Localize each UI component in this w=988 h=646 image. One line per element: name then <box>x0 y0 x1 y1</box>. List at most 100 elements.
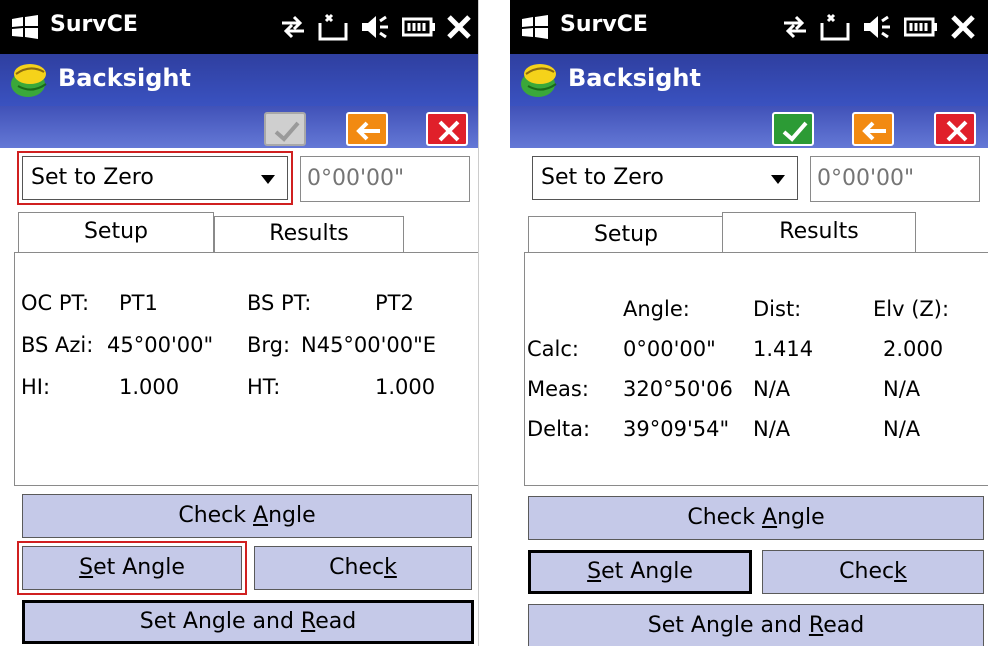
sync-arrows-icon[interactable] <box>780 13 810 41</box>
app-name: SurvCE <box>50 12 138 37</box>
col-header-elv: Elv (Z): <box>873 297 950 321</box>
bs-azi-value: 45°00'00" <box>107 333 214 357</box>
tab-setup[interactable]: Setup <box>528 216 724 254</box>
back-arrow-icon <box>356 121 380 141</box>
meas-angle: 320°50'06 <box>623 377 733 401</box>
cancel-button[interactable] <box>934 112 976 146</box>
windows-logo-icon[interactable] <box>10 13 40 41</box>
x-icon <box>438 120 460 142</box>
dropdown-value: Set to Zero <box>541 165 664 190</box>
set-read-label-post: ead <box>315 609 357 634</box>
no-signal-icon[interactable] <box>820 13 852 41</box>
close-icon[interactable] <box>446 13 472 41</box>
results-panel: Angle: Dist: Elv (Z): Calc: 0°00'00" 1.4… <box>524 252 988 486</box>
row-label-delta: Delta: <box>527 417 591 441</box>
check-angle-label-post: ngle <box>268 503 316 528</box>
oc-pt-label: OC PT: <box>21 291 90 315</box>
angle-input[interactable] <box>817 166 977 191</box>
hi-value: 1.000 <box>119 375 180 399</box>
app-name: SurvCE <box>560 12 648 37</box>
row-label-calc: Calc: <box>527 337 579 361</box>
no-signal-icon[interactable] <box>318 13 350 41</box>
battery-icon[interactable] <box>402 13 436 41</box>
checkmark-icon <box>782 121 808 142</box>
page-title: Backsight <box>568 64 701 92</box>
content-area: Set to Zero Setup Results Angle: Dist: E… <box>510 148 988 646</box>
tab-setup[interactable]: Setup <box>18 212 214 252</box>
bs-pt-value: PT2 <box>375 291 414 315</box>
status-bar: SurvCE <box>0 0 478 54</box>
accept-button[interactable] <box>772 112 814 146</box>
chevron-down-icon <box>261 175 275 184</box>
volume-icon[interactable] <box>360 13 390 41</box>
mode-dropdown[interactable]: Set to Zero <box>17 151 293 205</box>
check-label-accel: k <box>894 559 907 584</box>
angle-field[interactable] <box>300 156 470 202</box>
check-button[interactable]: Check <box>254 546 472 590</box>
check-label-accel: k <box>384 555 397 580</box>
right-screen: SurvCE Backsight Set to Zero 0°00'00" Se… <box>510 0 988 646</box>
brg-value: N45°00'00"E <box>301 333 437 357</box>
tab-results[interactable]: Results <box>722 212 916 252</box>
title-bar: Backsight <box>0 54 478 106</box>
set-read-label-post: ead <box>823 613 865 638</box>
brg-label: Brg: <box>247 333 291 357</box>
action-bar <box>510 106 988 148</box>
angle-field[interactable] <box>810 156 980 202</box>
chevron-down-icon <box>771 175 785 184</box>
back-button[interactable] <box>346 112 388 146</box>
check-angle-button[interactable]: Check Angle <box>528 496 984 540</box>
calc-dist: 1.414 <box>753 337 814 361</box>
mode-dropdown[interactable]: Set to Zero <box>532 156 798 200</box>
set-angle-button[interactable]: Set Angle <box>17 541 247 595</box>
content-area: Set to Zero Setup Results OC PT: PT1 BS … <box>0 148 478 646</box>
left-screen: SurvCE Backsight Set to Zero 0°00'00" Se… <box>0 0 479 646</box>
check-button[interactable]: Check <box>762 550 984 594</box>
set-angle-label-post: et Angle <box>601 559 693 584</box>
meas-elv: N/A <box>883 377 921 401</box>
set-read-label-accel: R <box>300 609 316 634</box>
battery-icon[interactable] <box>904 13 938 41</box>
set-angle-button[interactable]: Set Angle <box>528 550 752 594</box>
check-angle-label-pre: Check <box>178 503 254 528</box>
check-label-pre: Chec <box>329 555 385 580</box>
status-bar: SurvCE <box>510 0 988 54</box>
check-angle-label-accel: A <box>253 503 269 528</box>
survce-logo-icon <box>11 64 47 97</box>
set-angle-and-read-button[interactable]: Set Angle and Read <box>528 604 984 646</box>
bs-azi-label: BS Azi: <box>21 333 94 357</box>
check-angle-button[interactable]: Check Angle <box>22 494 472 538</box>
cancel-button[interactable] <box>426 112 468 146</box>
bs-pt-label: BS PT: <box>247 291 312 315</box>
delta-dist: N/A <box>753 417 791 441</box>
row-label-meas: Meas: <box>527 377 589 401</box>
tab-results[interactable]: Results <box>214 216 404 252</box>
windows-logo-icon[interactable] <box>520 13 550 41</box>
accept-button[interactable] <box>264 112 306 146</box>
set-angle-label-accel: S <box>79 555 94 580</box>
volume-icon[interactable] <box>862 13 892 41</box>
title-bar: Backsight <box>510 54 988 106</box>
check-angle-label-post: ngle <box>777 505 825 530</box>
sync-arrows-icon[interactable] <box>278 13 308 41</box>
back-button[interactable] <box>852 112 894 146</box>
set-read-label-pre: Set Angle and <box>139 609 301 634</box>
back-arrow-icon <box>862 121 886 141</box>
angle-input[interactable] <box>307 166 467 191</box>
ht-value: 1.000 <box>375 375 436 399</box>
set-angle-and-read-button[interactable]: Set Angle and Read <box>22 600 474 644</box>
delta-angle: 39°09'54" <box>623 417 730 441</box>
set-read-label-pre: Set Angle and <box>647 613 809 638</box>
hi-label: HI: <box>21 375 51 399</box>
col-header-angle: Angle: <box>623 297 690 321</box>
calc-elv: 2.000 <box>883 337 944 361</box>
delta-elv: N/A <box>883 417 921 441</box>
meas-dist: N/A <box>753 377 791 401</box>
dropdown-value: Set to Zero <box>31 165 154 190</box>
check-angle-label-pre: Check <box>687 505 763 530</box>
close-icon[interactable] <box>950 13 976 41</box>
action-bar <box>0 106 478 148</box>
set-angle-label-accel: S <box>587 559 602 584</box>
check-label-pre: Chec <box>839 559 895 584</box>
col-header-dist: Dist: <box>753 297 802 321</box>
